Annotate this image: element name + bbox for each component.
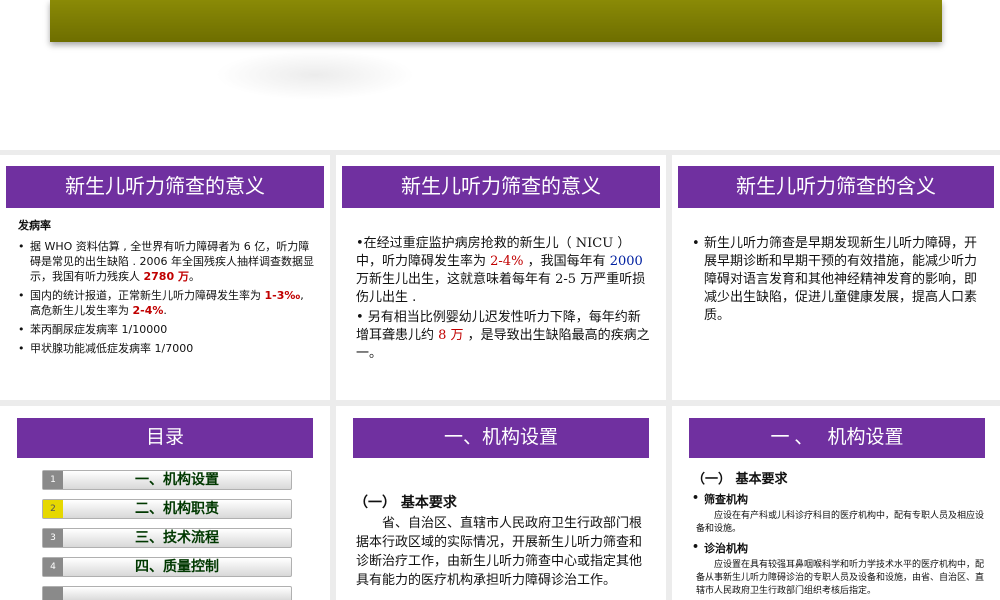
title-area <box>0 0 1000 150</box>
toc-item-5[interactable] <box>42 586 292 600</box>
toc-item-1[interactable]: 1 一、机构设置 <box>42 470 292 490</box>
highlight-value: 2-4% <box>132 304 164 317</box>
slide-thumbnail-4[interactable]: 目录 1 一、机构设置 2 二、机构职责 3 三、技术流程 4 四、质量控制 <box>0 406 330 600</box>
list-item: 苯丙酮尿症发病率 1/10000 <box>18 322 316 337</box>
highlight-value: 1-3‰ <box>264 289 301 302</box>
list-item: 甲状腺功能减低症发病率 1/7000 <box>18 341 316 356</box>
highlight-value: 2780 万 <box>143 270 189 283</box>
highlight-value: 2000 <box>609 254 643 269</box>
toc-label: 四、质量控制 <box>135 559 219 575</box>
list-item-label: 筛查机构 <box>692 491 988 507</box>
list-item: 国内的统计报道，正常新生儿听力障碍发生率为 1-3‰, 高危新生儿发生率为 2-… <box>18 288 316 318</box>
toc-label: 二、机构职责 <box>135 501 219 517</box>
decorative-shadow <box>215 50 415 100</box>
toc-number: 4 <box>43 558 63 576</box>
slide-title: 一、机构设置 <box>353 418 649 458</box>
text: 国内的统计报道，正常新生儿听力障碍发生率为 <box>30 289 265 302</box>
toc-item-2[interactable]: 2 二、机构职责 <box>42 499 292 519</box>
toc-number: 3 <box>43 529 63 547</box>
text: . <box>163 304 167 317</box>
bullet: • <box>692 236 700 251</box>
list-item-label: 诊治机构 <box>692 540 988 556</box>
text: ，我国每年有 <box>523 254 610 269</box>
toc-label: 一、机构设置 <box>135 472 219 488</box>
slide-title: 一 、 机构设置 <box>689 418 985 458</box>
slide-body: 发病率 据 WHO 资料估算 , 全世界有听力障碍者为 6 亿，听力障碍是常见的… <box>18 217 316 360</box>
paragraph: • 另有相当比例婴幼儿迟发性听力下降，每年约新增耳聋患儿约 8 万 ，是导致出生… <box>356 309 652 363</box>
toc-item-3[interactable]: 3 三、技术流程 <box>42 528 292 548</box>
slide-thumbnail-5[interactable]: 一、机构设置 （一） 基本要求 省、自治区、直辖市人民政府卫生行政部门根据本行政… <box>336 406 666 600</box>
toc-number <box>43 587 63 600</box>
slide-thumbnail-3[interactable]: 新生儿听力筛查的含义 • 新生儿听力筛查是早期发现新生儿听力障碍，开展早期诊断和… <box>672 155 1000 400</box>
section-subtitle: （一） 基本要求 <box>692 472 788 487</box>
toc-number: 2 <box>43 500 63 518</box>
paragraph: 应设置在具有较强耳鼻咽喉科学和听力学技术水平的医疗机构中，配备从事新生儿听力障碍… <box>696 560 985 596</box>
slide-body: • 新生儿听力筛查是早期发现新生儿听力障碍，开展早期诊断和早期干预的有效措施，能… <box>692 235 986 325</box>
slide-body: （一） 基本要求 筛查机构 应设在有产科或儿科诊疗科目的医疗机构中，配有专职人员… <box>692 468 988 600</box>
table-of-contents: 1 一、机构设置 2 二、机构职责 3 三、技术流程 4 四、质量控制 <box>42 470 292 600</box>
slide-title: 目录 <box>17 418 313 458</box>
paragraph: 应设在有产科或儿科诊疗科目的医疗机构中，配有专职人员及相应设备和设施。 <box>696 511 985 534</box>
section-subtitle: （一） 基本要求 <box>354 495 457 511</box>
slide-title: 新生儿听力筛查的含义 <box>678 166 994 208</box>
header-bar <box>50 0 942 42</box>
slide-thumbnail-6[interactable]: 一 、 机构设置 （一） 基本要求 筛查机构 应设在有产科或儿科诊疗科目的医疗机… <box>672 406 1000 600</box>
text: 万新生儿出生，这就意味着每年有 2-5 万严重听损伤儿出生 . <box>356 272 646 305</box>
list-item: 据 WHO 资料估算 , 全世界有听力障碍者为 6 亿，听力障碍是常见的出生缺陷… <box>18 239 316 284</box>
slide-title: 新生儿听力筛查的意义 <box>6 166 324 208</box>
slide-thumbnail-1[interactable]: 新生儿听力筛查的意义 发病率 据 WHO 资料估算 , 全世界有听力障碍者为 6… <box>0 155 330 400</box>
text: 。 <box>188 270 200 283</box>
slide-title: 新生儿听力筛查的意义 <box>342 166 660 208</box>
slide-thumbnail-2[interactable]: 新生儿听力筛查的意义 •在经过重症监护病房抢救的新生儿（ NICU ）中，听力障… <box>336 155 666 400</box>
toc-item-4[interactable]: 4 四、质量控制 <box>42 557 292 577</box>
paragraph: •在经过重症监护病房抢救的新生儿（ NICU ）中，听力障碍发生率为 2-4% … <box>356 235 652 307</box>
paragraph: 省、自治区、直辖市人民政府卫生行政部门根据本行政区域的实际情况，开展新生儿听力筛… <box>356 516 643 588</box>
toc-label: 三、技术流程 <box>135 530 219 546</box>
highlight-value: 8 万 <box>438 328 464 343</box>
slide-body: •在经过重症监护病房抢救的新生儿（ NICU ）中，听力障碍发生率为 2-4% … <box>356 235 652 365</box>
toc-number: 1 <box>43 471 63 489</box>
section-heading: 发病率 <box>18 219 51 232</box>
paragraph: 新生儿听力筛查是早期发现新生儿听力障碍，开展早期诊断和早期干预的有效措施，能减少… <box>704 236 978 323</box>
highlight-value: 2-4% <box>490 254 524 269</box>
bullet-list: 据 WHO 资料估算 , 全世界有听力障碍者为 6 亿，听力障碍是常见的出生缺陷… <box>18 239 316 356</box>
